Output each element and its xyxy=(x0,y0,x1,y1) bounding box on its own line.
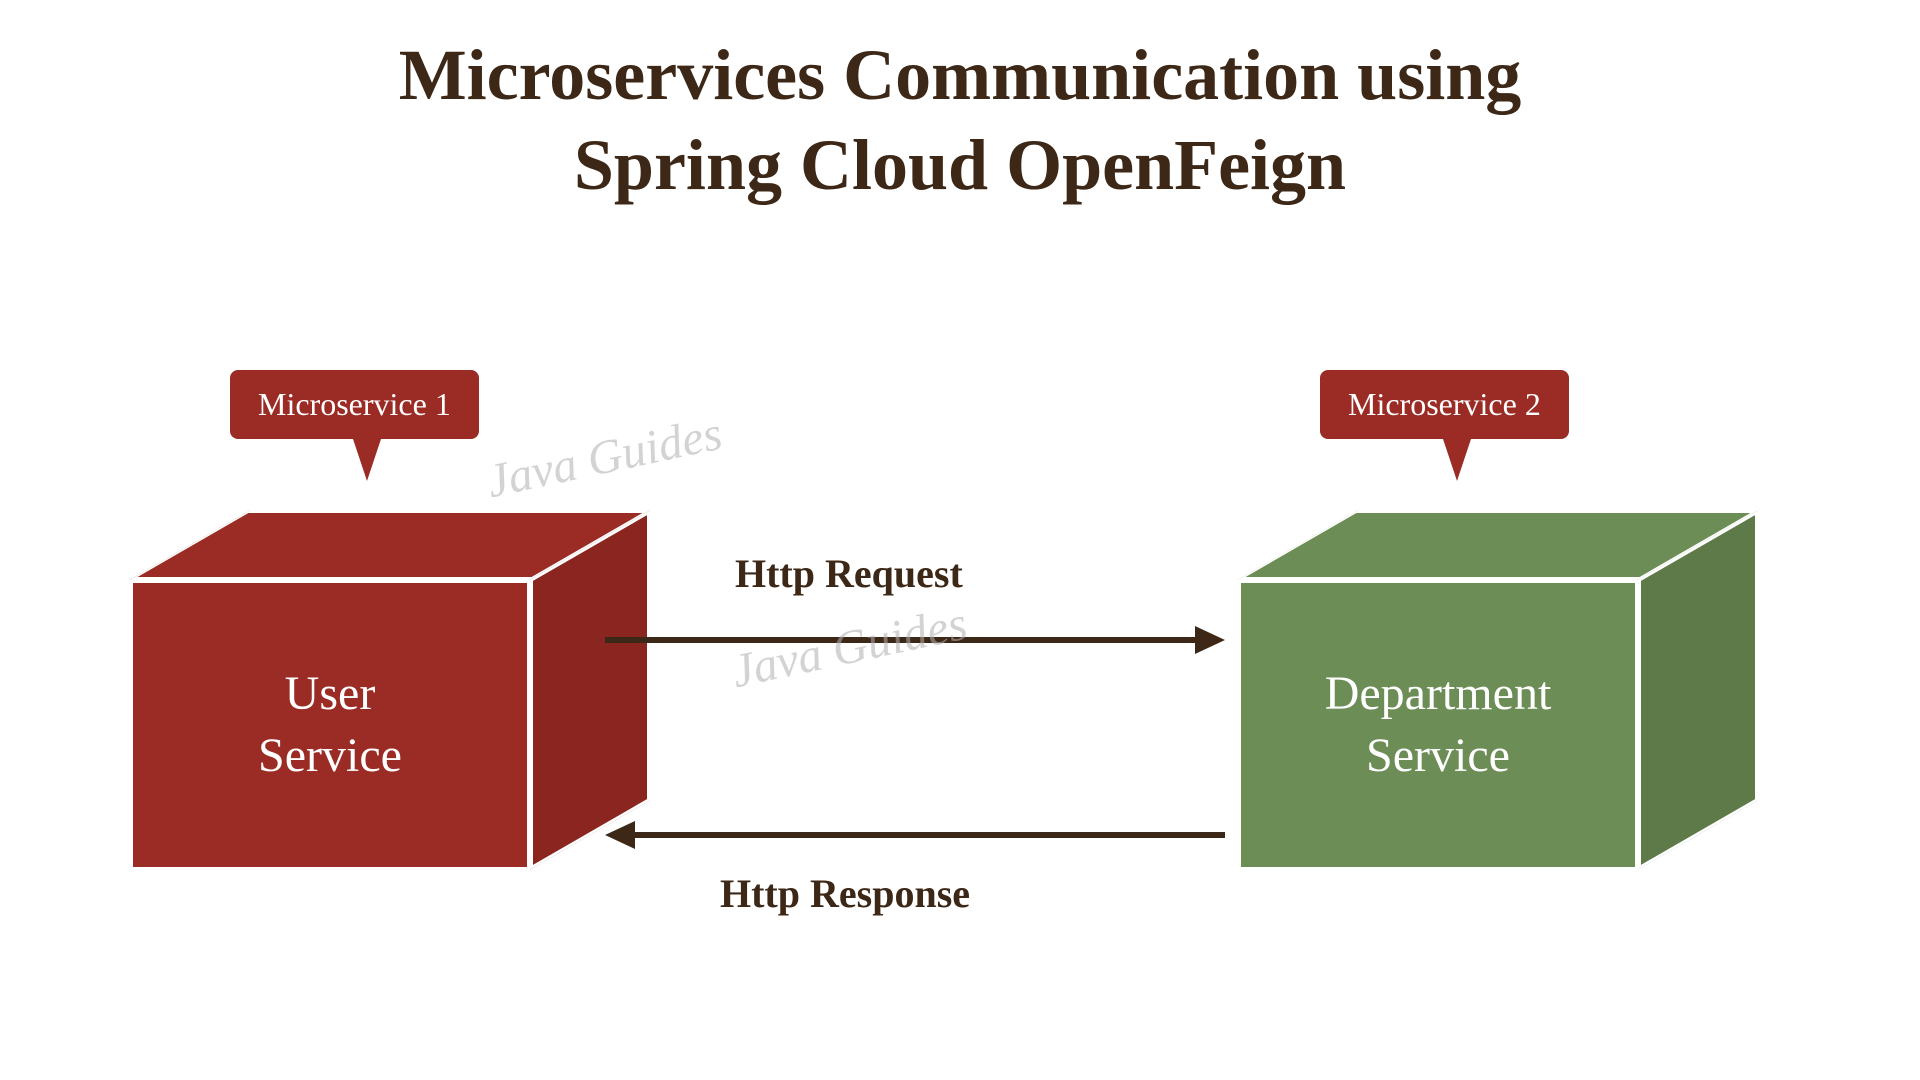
callout-microservice-1: Microservice 1 xyxy=(230,370,479,439)
callout-2-label: Microservice 2 xyxy=(1348,386,1541,422)
http-request-label: Http Request xyxy=(735,550,963,597)
title-line-2: Spring Cloud OpenFeign xyxy=(574,125,1346,205)
user-box-front: User Service xyxy=(130,580,530,870)
http-response-arrow xyxy=(605,815,1225,855)
department-service-label: Department Service xyxy=(1325,663,1552,788)
http-response-label: Http Response xyxy=(720,870,970,917)
user-label-line1: User xyxy=(285,667,376,720)
callout-microservice-2: Microservice 2 xyxy=(1320,370,1569,439)
watermark-1: Java Guides xyxy=(482,406,727,509)
callout-1-label: Microservice 1 xyxy=(258,386,451,422)
diagram-title: Microservices Communication using Spring… xyxy=(0,30,1920,210)
title-line-1: Microservices Communication using xyxy=(399,35,1522,115)
dept-box-front: Department Service xyxy=(1238,580,1638,870)
user-label-line2: Service xyxy=(258,729,402,782)
callout-tail-2 xyxy=(1442,436,1472,481)
http-request-arrow xyxy=(605,620,1225,660)
dept-label-line1: Department xyxy=(1325,667,1552,720)
callout-tail-1 xyxy=(352,436,382,481)
dept-label-line2: Service xyxy=(1366,729,1510,782)
user-service-label: User Service xyxy=(258,663,402,788)
watermark-2: Java Guides xyxy=(727,596,972,699)
